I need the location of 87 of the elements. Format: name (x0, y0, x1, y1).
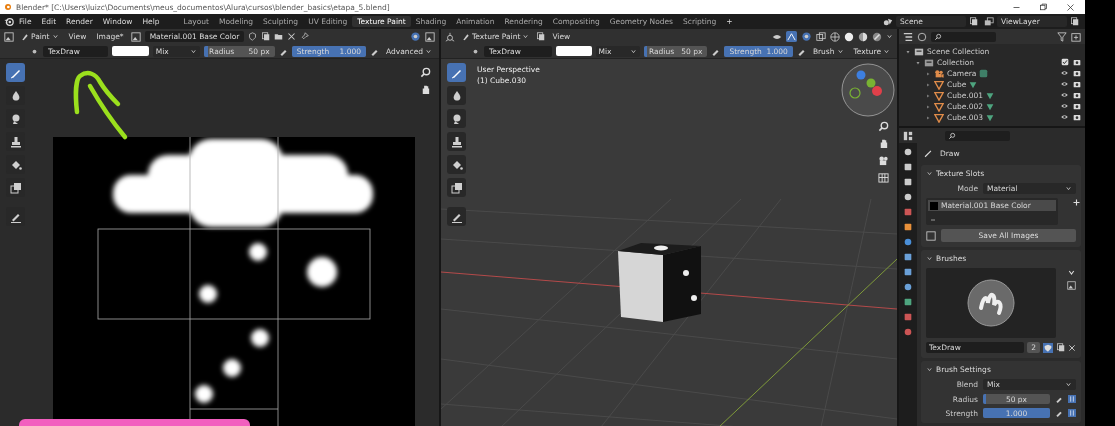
blender-logo-icon (4, 3, 12, 11)
copy-icon[interactable] (536, 32, 546, 41)
pin-icon[interactable] (300, 32, 310, 41)
camera-render-icon[interactable] (1073, 113, 1081, 121)
checkbox-icon[interactable] (1061, 58, 1069, 66)
camera-icon (934, 68, 944, 79)
pressure-toggle-icon[interactable] (1068, 409, 1076, 417)
slot-color-swatch (930, 201, 938, 210)
camera-render-icon[interactable] (1073, 91, 1081, 99)
color-swatch[interactable] (112, 46, 149, 56)
dropdown-caret-icon (629, 47, 637, 55)
material-shading-icon[interactable] (858, 31, 868, 42)
overlay-circles-icon[interactable] (410, 31, 421, 42)
dropdown-caret-icon (425, 47, 432, 55)
brush-sphere-icon (966, 278, 1016, 328)
triangle-mesh-icon (934, 101, 944, 112)
camera-render-icon[interactable] (1073, 58, 1081, 66)
overlay-circles-icon[interactable] (801, 31, 812, 42)
chevron-down-icon[interactable] (1067, 268, 1076, 277)
collection-box-icon (924, 57, 934, 68)
search-field[interactable] (945, 130, 1010, 141)
image-icon[interactable] (130, 31, 141, 42)
close-icon[interactable] (1066, 2, 1075, 12)
display-mode-icon[interactable] (917, 31, 927, 42)
dropdown-caret-icon (522, 33, 530, 40)
pressure-toggle-icon[interactable] (1068, 395, 1076, 403)
outliner-editor-icon[interactable] (903, 31, 913, 42)
solid-shading-icon[interactable] (844, 31, 854, 42)
copy-icon[interactable] (1056, 343, 1065, 352)
search-icon (948, 131, 956, 140)
copy-icon[interactable] (969, 17, 978, 26)
triangle-mesh-icon (934, 79, 944, 90)
dropdown-caret-icon (190, 47, 198, 55)
paint-mode-icon (462, 32, 470, 41)
zoom-icon[interactable] (420, 67, 431, 78)
eye-icon[interactable] (1060, 80, 1069, 88)
dropdown-caret-icon (51, 33, 59, 40)
camera-render-icon[interactable] (1073, 102, 1081, 110)
eye-icon[interactable] (1060, 113, 1069, 121)
brush-icon (923, 148, 933, 158)
dropdown-caret-icon (1065, 185, 1072, 192)
scene-icon[interactable] (883, 16, 893, 27)
eye-icon[interactable] (1060, 91, 1069, 99)
image-icon[interactable] (1067, 281, 1076, 290)
dropdown-caret-icon (1065, 381, 1072, 388)
eye-icon[interactable] (1060, 69, 1069, 77)
wireframe-shading-icon[interactable] (830, 31, 840, 42)
fake-user-shield-icon[interactable] (1043, 342, 1053, 353)
triangle-mesh-icon (934, 90, 944, 101)
restore-icon[interactable] (1039, 2, 1048, 12)
camera-render-icon[interactable] (1073, 80, 1081, 88)
blender-logo-icon[interactable] (4, 16, 14, 27)
camera-data-icon (979, 69, 989, 78)
brush-preview[interactable] (926, 268, 1056, 338)
gizmo-toggle-icon[interactable] (786, 31, 797, 42)
collection-box-icon (914, 46, 924, 57)
image-icon[interactable] (425, 31, 435, 42)
color-swatch[interactable] (556, 46, 592, 56)
chevron-down-icon[interactable] (926, 366, 933, 373)
filter-icon[interactable] (1057, 31, 1067, 42)
image-editor-icon[interactable] (4, 31, 14, 42)
xray-icon[interactable] (816, 31, 826, 42)
search-icon (934, 32, 942, 41)
dropdown-caret-icon (836, 47, 844, 55)
zoom-icon[interactable] (878, 121, 889, 132)
camera-icon[interactable] (878, 155, 889, 166)
save-image-icon[interactable] (926, 230, 936, 241)
shield-icon[interactable] (248, 32, 258, 41)
new-collection-icon[interactable] (1071, 31, 1081, 42)
eye-icon[interactable] (1060, 102, 1069, 110)
paint-mode-icon (21, 32, 29, 41)
chevron-down-icon[interactable] (926, 170, 933, 177)
viewport-editor-icon[interactable] (445, 31, 455, 42)
search-field[interactable] (931, 31, 996, 42)
drag-handle-icon[interactable] (928, 217, 938, 223)
properties-editor-icon[interactable] (903, 130, 913, 141)
add-icon[interactable] (1072, 198, 1081, 207)
folder-icon[interactable] (274, 32, 284, 41)
grid-icon[interactable] (878, 172, 889, 183)
layers-icon[interactable] (984, 16, 994, 27)
navigation-gizmo[interactable] (841, 63, 895, 117)
camera-render-icon[interactable] (1073, 69, 1081, 77)
chevron-down-icon[interactable] (926, 255, 933, 262)
copy-icon[interactable] (261, 32, 271, 41)
triangle-mesh-icon (934, 112, 944, 123)
rendered-shading-icon[interactable] (872, 31, 882, 42)
copy-icon[interactable] (1070, 17, 1079, 26)
